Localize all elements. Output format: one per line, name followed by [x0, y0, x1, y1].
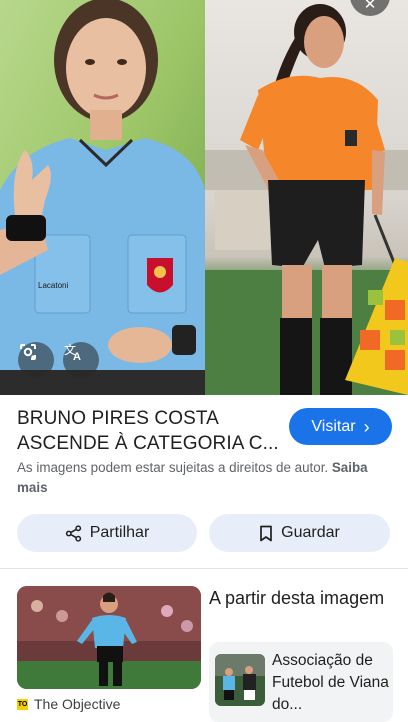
visit-button[interactable]: Visitar › [289, 408, 392, 445]
copyright-text: As imagens podem estar sujeitas a direit… [17, 460, 329, 475]
lens-icon [20, 344, 36, 360]
from-this-image-heading: A partir desta imagem [209, 588, 385, 608]
lens-search-button[interactable] [18, 342, 54, 378]
chevron-right-icon: › [363, 416, 370, 437]
translate-icon: 文 A [64, 342, 81, 362]
copyright-notice: As imagens podem estar sujeitas a direit… [17, 458, 395, 498]
source-name: The Objective [34, 696, 121, 712]
close-icon: ✕ [363, 0, 377, 13]
visit-label: Visitar [311, 417, 356, 435]
card-thumbnail [215, 654, 265, 706]
result-title[interactable]: BRUNO PIRES COSTA ASCENDE À CATEGORIA C.… [17, 406, 279, 456]
hero-illustration: Lacatoni [0, 0, 408, 395]
bookmark-icon [260, 525, 272, 541]
hero-image-area[interactable]: Lacatoni ✕ 文 A [0, 0, 408, 395]
translate-button[interactable]: 文 A [63, 342, 99, 378]
save-button[interactable]: Guardar [209, 514, 390, 552]
shirt-brand-text: Lacatoni [38, 281, 68, 290]
card-title: Associação de Futebol de Viana do... [272, 652, 389, 713]
source-logo: TO [17, 698, 28, 710]
related-result-card[interactable]: Associação de Futebol de Viana do... [209, 642, 393, 722]
share-label: Partilhar [89, 524, 150, 541]
image-source[interactable]: TO The Objective [17, 696, 120, 712]
related-image-illustration [17, 586, 201, 689]
save-label: Guardar [281, 524, 340, 541]
section-divider [0, 568, 408, 569]
share-icon [65, 524, 81, 542]
related-image[interactable] [17, 586, 201, 689]
share-button[interactable]: Partilhar [17, 514, 197, 552]
card-thumbnail-illustration [215, 654, 265, 706]
svg-text:A: A [73, 351, 81, 362]
